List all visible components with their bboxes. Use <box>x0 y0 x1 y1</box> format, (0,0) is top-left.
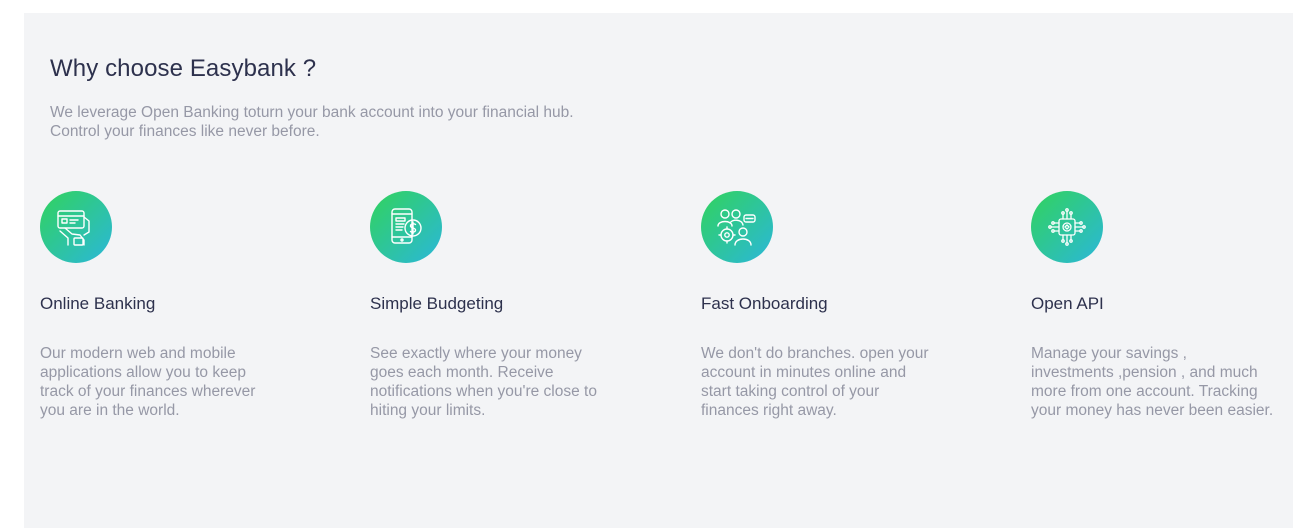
feature-title: Simple Budgeting <box>370 294 504 313</box>
desc-line: Manage your savings , <box>1031 345 1187 362</box>
desc-line: track of your finances wherever <box>40 383 256 400</box>
section-title: Why choose Easybank ? <box>50 55 317 82</box>
online-banking-icon <box>40 191 112 263</box>
why-choose-section: Why choose Easybank ? We leverage Open B… <box>24 13 1293 528</box>
desc-line: more from one account. Tracking <box>1031 383 1258 400</box>
desc-line: start taking control of your <box>701 383 880 400</box>
feature-online-banking: Online Banking Our modern web and mobile… <box>40 191 300 419</box>
intro-line-2: Control your finances like never before. <box>50 123 320 140</box>
desc-line: investments ,pension , and much <box>1031 364 1258 381</box>
feature-open-api: Open API Manage your savings , investmen… <box>1031 191 1291 419</box>
desc-line: applications allow you to keep <box>40 364 246 381</box>
feature-title: Fast Onboarding <box>701 294 828 313</box>
feature-description: See exactly where your money goes each m… <box>370 344 597 420</box>
feature-title: Online Banking <box>40 294 156 313</box>
desc-line: Our modern web and mobile <box>40 345 236 362</box>
onboarding-icon <box>701 191 773 263</box>
feature-description: We don't do branches. open your account … <box>701 344 929 420</box>
desc-line: goes each month. Receive <box>370 364 554 381</box>
feature-description: Manage your savings , investments ,pensi… <box>1031 344 1273 420</box>
section-intro: We leverage Open Banking toturn your ban… <box>50 103 650 141</box>
feature-simple-budgeting: Simple Budgeting See exactly where your … <box>370 191 630 419</box>
intro-line-1: We leverage Open Banking toturn your ban… <box>50 104 574 121</box>
desc-line: See exactly where your money <box>370 345 582 362</box>
desc-line: finances right away. <box>701 402 837 419</box>
desc-line: account in minutes online and <box>701 364 907 381</box>
feature-title: Open API <box>1031 294 1104 313</box>
desc-line: your money has never been easier. <box>1031 402 1274 419</box>
desc-line: hiting your limits. <box>370 402 486 419</box>
api-icon <box>1031 191 1103 263</box>
desc-line: you are in the world. <box>40 402 180 419</box>
desc-line: We don't do branches. open your <box>701 345 929 362</box>
desc-line: notifications when you're close to <box>370 383 597 400</box>
feature-fast-onboarding: Fast Onboarding We don't do branches. op… <box>701 191 961 419</box>
feature-description: Our modern web and mobile applications a… <box>40 344 255 420</box>
budgeting-icon <box>370 191 442 263</box>
